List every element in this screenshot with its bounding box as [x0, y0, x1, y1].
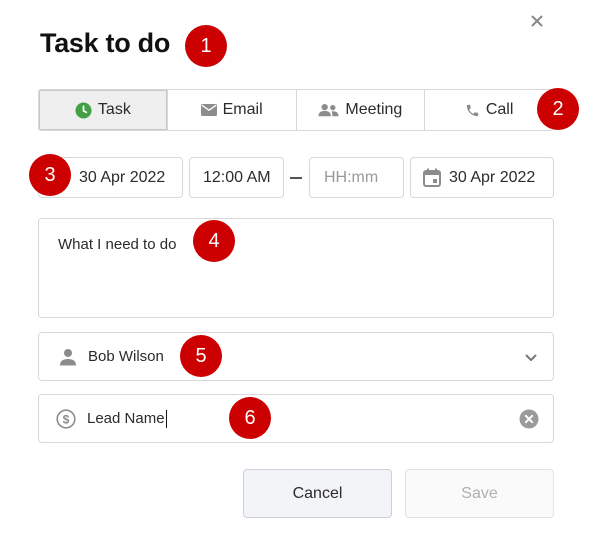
phone-icon [466, 104, 478, 116]
tab-meeting[interactable]: Meeting [296, 90, 426, 130]
dialog-title: Task to do [40, 28, 171, 58]
people-icon [318, 103, 339, 117]
clear-lead-button[interactable] [519, 409, 539, 429]
calendar-icon [423, 168, 441, 187]
description-textarea[interactable]: What I need to do [38, 218, 554, 318]
save-button[interactable]: Save [405, 469, 554, 518]
chevron-down-icon [525, 354, 537, 361]
text-cursor [165, 409, 167, 428]
tab-email-label: Email [222, 101, 263, 118]
clock-icon [75, 101, 92, 119]
cancel-button[interactable]: Cancel [243, 469, 392, 518]
annotation-marker-5: 5 [180, 335, 222, 377]
person-icon [60, 348, 76, 365]
close-icon [531, 15, 543, 27]
dollar-circle-icon: $ [56, 408, 76, 429]
end-time-placeholder: HH:mm [324, 168, 379, 186]
annotation-marker-3: 3 [29, 154, 71, 196]
start-date-value: 30 Apr 2022 [79, 168, 166, 186]
task-dialog: Task to do Task Email Meeting Call 30 Ap… [0, 0, 589, 550]
annotation-marker-1: 1 [185, 25, 227, 67]
end-date-field[interactable]: 30 Apr 2022 [410, 157, 554, 198]
time-range-separator [290, 177, 302, 179]
lead-value: Lead Name [87, 410, 165, 427]
annotation-marker-2: 2 [537, 88, 579, 130]
description-value: What I need to do [58, 236, 177, 253]
start-time-field[interactable]: 12:00 AM [189, 157, 284, 198]
start-time-value: 12:00 AM [203, 168, 271, 186]
close-button[interactable] [527, 11, 547, 31]
tab-task[interactable]: Task [39, 90, 168, 130]
end-date-value: 30 Apr 2022 [449, 168, 536, 186]
annotation-marker-4: 4 [193, 220, 235, 262]
end-time-field[interactable]: HH:mm [309, 157, 404, 198]
activity-type-tabs: Task Email Meeting Call [38, 89, 554, 131]
tab-email[interactable]: Email [167, 90, 297, 130]
lead-input[interactable]: $ Lead Name [38, 394, 554, 443]
tab-meeting-label: Meeting [345, 101, 403, 118]
tab-task-label: Task [97, 101, 131, 118]
svg-text:$: $ [63, 412, 70, 426]
assignee-value: Bob Wilson [88, 348, 164, 365]
tab-call-label: Call [485, 101, 514, 118]
annotation-marker-6: 6 [229, 397, 271, 439]
tab-call[interactable]: Call [425, 90, 553, 130]
assignee-select[interactable]: Bob Wilson [38, 332, 554, 381]
envelope-icon [200, 104, 217, 116]
clear-icon [519, 409, 539, 429]
